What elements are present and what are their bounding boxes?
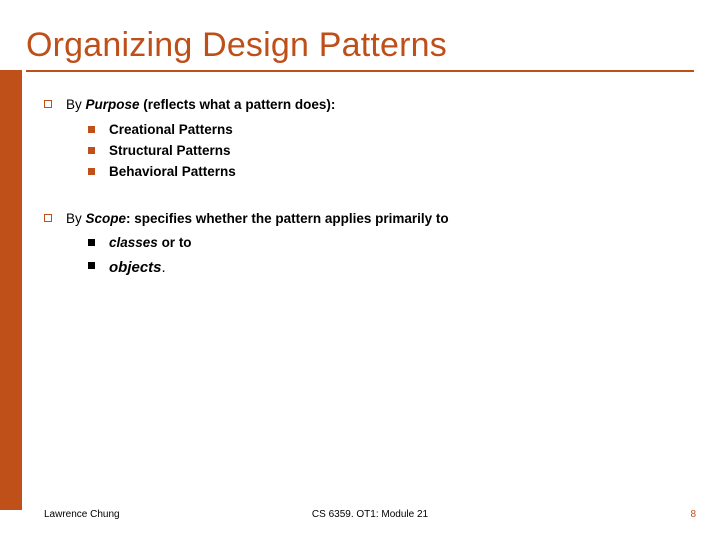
accent-sidebar	[0, 70, 22, 510]
bullet-solid-icon	[88, 126, 95, 133]
text-run: (reflects what a pattern does):	[140, 97, 336, 112]
list-item-text: Structural Patterns	[109, 142, 231, 161]
text-run: By	[66, 211, 86, 226]
bullet-open-icon	[44, 214, 52, 222]
sub-list: Creational Patterns Structural Patterns …	[88, 121, 684, 182]
text-emphasis: classes	[109, 235, 158, 250]
text-emphasis: Scope	[86, 211, 127, 226]
slide-footer: Lawrence Chung CS 6359. OT1: Module 21 8	[44, 509, 696, 520]
list-item-text: classes or to	[109, 234, 192, 253]
list-item: By Purpose (reflects what a pattern does…	[44, 96, 684, 115]
text-run: .	[162, 259, 166, 276]
text-emphasis: objects	[109, 259, 162, 276]
page-number: 8	[690, 509, 696, 520]
bullet-solid-icon	[88, 168, 95, 175]
list-item: Behavioral Patterns	[88, 163, 684, 182]
list-item-text: By Purpose (reflects what a pattern does…	[66, 96, 335, 115]
bullet-open-icon	[44, 100, 52, 108]
list-item: Structural Patterns	[88, 142, 684, 161]
footer-course: CS 6359. OT1: Module 21	[312, 509, 428, 520]
bullet-black-icon	[88, 262, 95, 269]
slide-title: Organizing Design Patterns	[26, 26, 447, 65]
list-item-text: Behavioral Patterns	[109, 163, 236, 182]
footer-author: Lawrence Chung	[44, 509, 120, 520]
list-item-text: objects.	[109, 257, 166, 278]
slide-body: By Purpose (reflects what a pattern does…	[44, 96, 684, 278]
list-item: classes or to	[88, 234, 684, 253]
text-emphasis: Purpose	[86, 97, 140, 112]
list-item: objects.	[88, 257, 684, 278]
list-item-text: Creational Patterns	[109, 121, 233, 140]
list-item: Creational Patterns	[88, 121, 684, 140]
title-underline	[26, 70, 694, 72]
text-run: or to	[158, 235, 192, 250]
list-item: By Scope: specifies whether the pattern …	[44, 210, 684, 229]
text-run: By	[66, 97, 86, 112]
text-run: : specifies whether the pattern applies …	[126, 211, 449, 226]
list-item-text: By Scope: specifies whether the pattern …	[66, 210, 449, 229]
sub-list: classes or to objects.	[88, 234, 684, 278]
bullet-black-icon	[88, 239, 95, 246]
bullet-solid-icon	[88, 147, 95, 154]
